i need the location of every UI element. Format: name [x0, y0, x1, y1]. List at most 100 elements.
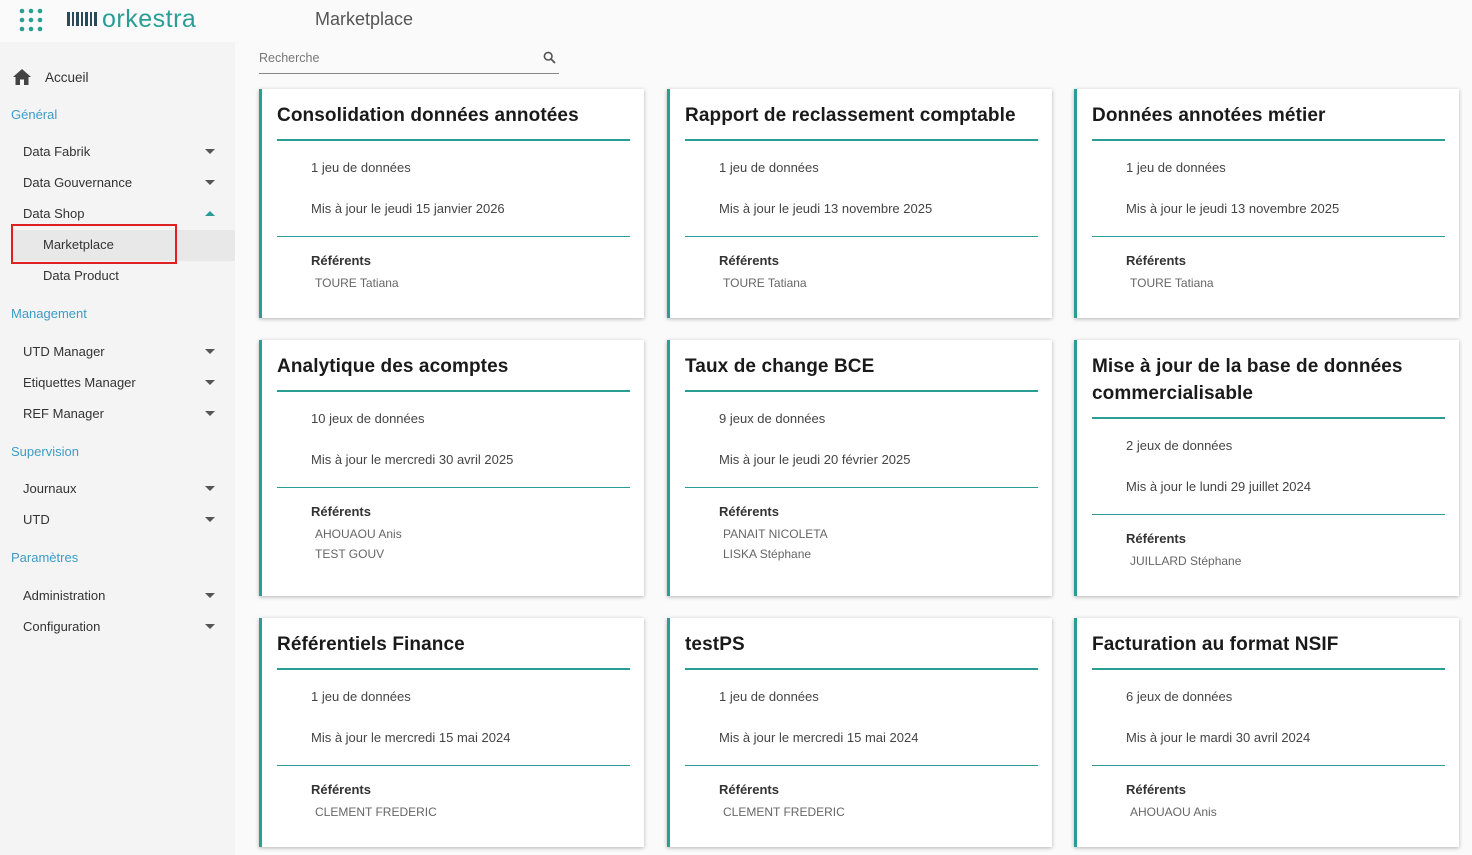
sidebar-item-label: Data Shop: [23, 205, 85, 221]
card-referent: TOURE Tatiana: [723, 276, 807, 290]
dataset-card[interactable]: Taux de change BCE 9 jeux de données Mis à…: [667, 340, 1052, 596]
dataset-card[interactable]: Données annotées métier 1 jeu de données M…: [1074, 89, 1459, 318]
sidebar-item-label: Administration: [23, 587, 106, 603]
card-divider: [685, 487, 1038, 488]
dataset-card[interactable]: Mise à jour de la base de données commer…: [1074, 340, 1459, 596]
card-referents-label: Référents: [1126, 531, 1186, 546]
sidebar-item-label: Data Gouvernance: [23, 174, 133, 190]
chevron-down-icon: [205, 410, 215, 416]
dataset-card[interactable]: Rapport de reclassement comptable 1 jeu d…: [667, 89, 1052, 318]
dataset-card[interactable]: Consolidation données annotées 1 jeu de d…: [259, 89, 644, 318]
chevron-down-icon: [205, 516, 215, 522]
section-supervision: Supervision: [11, 444, 79, 459]
sidebar-item-label: UTD: [23, 511, 50, 527]
sidebar-item-utd[interactable]: UTD: [23, 508, 218, 530]
card-referents-label: Référents: [311, 253, 371, 268]
sidebar-item-utd-manager[interactable]: UTD Manager: [23, 340, 218, 362]
chevron-down-icon: [205, 148, 215, 154]
card-referents-label: Référents: [719, 253, 779, 268]
card-referents-label: Référents: [719, 504, 779, 519]
chevron-down-icon: [205, 592, 215, 598]
card-title[interactable]: Rapport de reclassement comptable: [685, 89, 1038, 141]
sidebar: Accueil Général Data Fabrik Data Gouvern…: [0, 42, 235, 855]
logo-text: orkestra: [102, 4, 197, 33]
card-updated-date: Mis à jour le mercredi 15 mai 2024: [311, 730, 511, 745]
card-referent: PANAIT NICOLETA: [723, 527, 828, 541]
card-title[interactable]: Consolidation données annotées: [277, 89, 630, 141]
card-referent: AHOUAOU Anis: [315, 527, 402, 541]
home-icon: [13, 69, 31, 85]
highlight-annotation-box: [11, 224, 177, 264]
card-dataset-count: 9 jeux de données: [719, 411, 826, 426]
card-dataset-count: 1 jeu de données: [719, 689, 819, 704]
card-referent: TOURE Tatiana: [1130, 276, 1214, 290]
dataset-card[interactable]: Référentiels Finance 1 jeu de données Mis …: [259, 618, 644, 847]
sidebar-item-etiquettes-manager[interactable]: Etiquettes Manager: [23, 371, 218, 393]
card-updated-date: Mis à jour le jeudi 20 février 2025: [719, 452, 911, 467]
chevron-up-icon: [205, 210, 215, 216]
card-referents-label: Référents: [1126, 782, 1186, 797]
section-general: Général: [11, 107, 58, 122]
sidebar-item-journaux[interactable]: Journaux: [23, 477, 218, 499]
sidebar-item-data-fabrik[interactable]: Data Fabrik: [23, 140, 218, 162]
card-referent: CLEMENT FREDERIC: [723, 805, 845, 819]
chevron-down-icon: [205, 379, 215, 385]
card-referent: LISKA Stéphane: [723, 547, 812, 561]
sidebar-item-label: Configuration: [23, 618, 101, 634]
card-updated-date: Mis à jour le mardi 30 avril 2024: [1126, 730, 1311, 745]
barcode-logo-icon: [67, 12, 97, 26]
card-dataset-count: 1 jeu de données: [311, 160, 411, 175]
top-bar: orkestra Marketplace: [0, 0, 1472, 42]
card-title[interactable]: Analytique des acomptes: [277, 340, 630, 392]
card-title[interactable]: Mise à jour de la base de données commer…: [1092, 340, 1445, 419]
sidebar-item-label: UTD Manager: [23, 343, 105, 359]
card-title[interactable]: Données annotées métier: [1092, 89, 1445, 141]
section-parametres: Paramètres: [11, 550, 79, 565]
sidebar-item-home[interactable]: Accueil: [12, 66, 89, 88]
card-updated-date: Mis à jour le jeudi 13 novembre 2025: [719, 201, 933, 216]
dataset-card[interactable]: testPS 1 jeu de données Mis à jour le merc…: [667, 618, 1052, 847]
dataset-card[interactable]: Facturation au format NSIF 6 jeux de donn…: [1074, 618, 1459, 847]
card-updated-date: Mis à jour le mercredi 15 mai 2024: [719, 730, 919, 745]
sidebar-item-label: REF Manager: [23, 405, 104, 421]
section-management: Management: [11, 306, 87, 321]
sidebar-item-label: Journaux: [23, 480, 77, 496]
card-dataset-count: 10 jeux de données: [311, 411, 425, 426]
search-icon[interactable]: [543, 51, 556, 64]
sidebar-item-data-shop[interactable]: Data Shop: [23, 202, 218, 224]
search-input[interactable]: [259, 44, 529, 72]
chevron-down-icon: [205, 485, 215, 491]
card-divider: [277, 487, 630, 488]
sidebar-item-data-gouvernance[interactable]: Data Gouvernance: [23, 171, 218, 193]
card-title[interactable]: Référentiels Finance: [277, 618, 630, 670]
card-dataset-count: 1 jeu de données: [311, 689, 411, 704]
page-title: Marketplace: [315, 9, 414, 29]
card-referent: JUILLARD Stéphane: [1130, 554, 1242, 568]
card-updated-date: Mis à jour le jeudi 15 janvier 2026: [311, 201, 505, 216]
app-logo[interactable]: orkestra: [67, 4, 196, 34]
sidebar-item-label: Etiquettes Manager: [23, 374, 136, 390]
sidebar-item-configuration[interactable]: Configuration: [23, 615, 218, 637]
card-referents-label: Référents: [1126, 253, 1186, 268]
sidebar-item-administration[interactable]: Administration: [23, 584, 218, 606]
card-title[interactable]: Facturation au format NSIF: [1092, 618, 1445, 670]
card-referent: TOURE Tatiana: [315, 276, 399, 290]
search-field: [259, 44, 559, 74]
chevron-down-icon: [205, 179, 215, 185]
card-dataset-count: 1 jeu de données: [1126, 160, 1226, 175]
sidebar-item-data-product[interactable]: Data Product: [43, 268, 119, 283]
sidebar-item-ref-manager[interactable]: REF Manager: [23, 402, 218, 424]
card-title[interactable]: Taux de change BCE: [685, 340, 1038, 392]
card-referents-label: Référents: [311, 504, 371, 519]
sidebar-item-label: Accueil: [45, 69, 89, 85]
card-referent: TEST GOUV: [315, 547, 385, 561]
apps-grid-icon[interactable]: [19, 8, 43, 32]
dataset-card[interactable]: Analytique des acomptes 10 jeux de donnée…: [259, 340, 644, 596]
card-updated-date: Mis à jour le jeudi 13 novembre 2025: [1126, 201, 1340, 216]
card-divider: [685, 236, 1038, 237]
chevron-down-icon: [205, 623, 215, 629]
card-title[interactable]: testPS: [685, 618, 1038, 670]
sidebar-item-label: Data Fabrik: [23, 143, 91, 159]
card-divider: [277, 236, 630, 237]
card-divider: [277, 765, 630, 766]
